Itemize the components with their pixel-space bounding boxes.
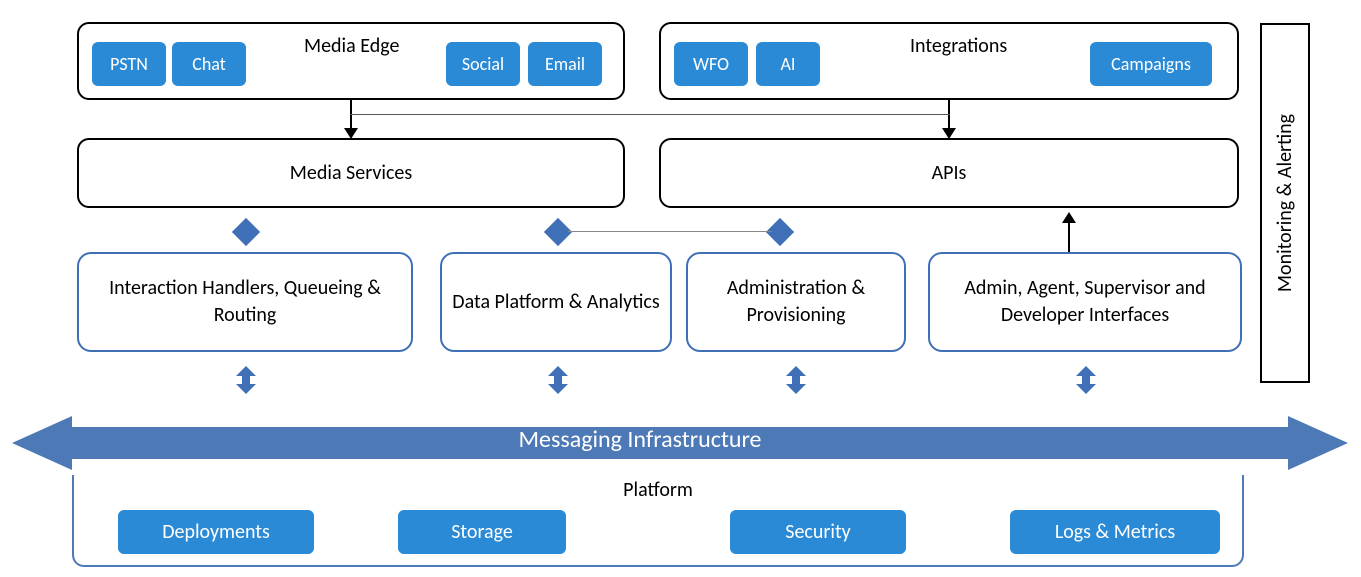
chip-wfo: WFO (674, 42, 748, 86)
arrow-interfaces-to-apis-head (1062, 212, 1076, 223)
monitoring-sidebar-label: Monitoring & Alerting (1260, 23, 1310, 383)
apis-box: APIs (659, 138, 1239, 208)
interfaces-box: Admin, Agent, Supervisor and Developer I… (928, 252, 1242, 352)
media-edge-title: Media Edge (304, 34, 399, 58)
dblarrow-interfaces (1072, 366, 1100, 394)
chip-pstn: PSTN (92, 42, 166, 86)
chip-storage: Storage (398, 510, 566, 554)
diamond-data-platform (544, 218, 572, 246)
chip-social: Social (446, 42, 520, 86)
platform-title: Platform (72, 478, 1244, 502)
dblarrow-data-platform (544, 366, 572, 394)
dblarrow-admin-prov (782, 366, 810, 394)
dblarrow-interaction (232, 366, 260, 394)
connector-diamond-horizontal (568, 231, 772, 232)
arrow-media-edge-to-services-line (350, 100, 352, 130)
chip-chat: Chat (172, 42, 246, 86)
diamond-admin-prov (766, 218, 794, 246)
connector-row1-horizontal (350, 114, 950, 115)
monitoring-sidebar-text: Monitoring & Alerting (1273, 114, 1297, 292)
chip-security: Security (730, 510, 906, 554)
arrow-interfaces-to-apis-line (1068, 222, 1070, 252)
chip-campaigns: Campaigns (1090, 42, 1212, 86)
chip-logs-metrics: Logs & Metrics (1010, 510, 1220, 554)
diamond-interaction (232, 218, 260, 246)
chip-email: Email (528, 42, 602, 86)
chip-deployments: Deployments (118, 510, 314, 554)
data-platform-box: Data Platform & Analytics (440, 252, 672, 352)
chip-ai: AI (756, 42, 820, 86)
messaging-label: Messaging Infrastructure (0, 425, 1280, 454)
interaction-handlers-box: Interaction Handlers, Queueing & Routing (77, 252, 413, 352)
admin-provisioning-box: Administration & Provisioning (686, 252, 906, 352)
media-services-box: Media Services (77, 138, 625, 208)
arrow-integrations-to-apis-line (948, 100, 950, 130)
integrations-title: Integrations (910, 34, 1007, 58)
